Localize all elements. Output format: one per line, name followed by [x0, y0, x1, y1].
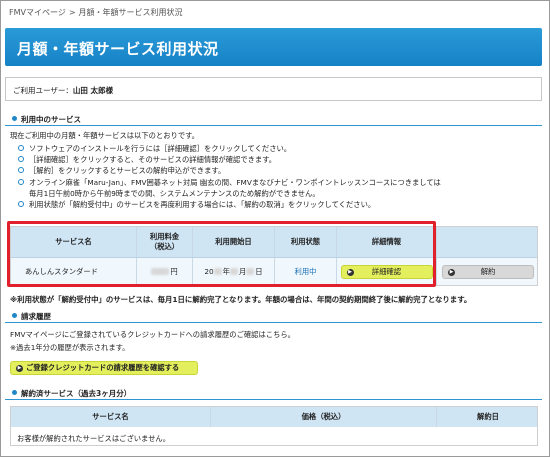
list-item-continuation: 毎月1日午前0時から午前9時までの間、システムメンテナンスのため解約ができません… [29, 188, 320, 198]
list-item: ［詳細確認］をクリックすると、そのサービスの詳細情報が確認できます。 [18, 154, 441, 165]
current-bullet-list: ソフトウェアのインストールを行うには［詳細確認］をクリックしてください。 ［詳細… [18, 143, 441, 210]
bullet-dot-icon [12, 390, 17, 395]
col-header-action [437, 227, 539, 257]
list-item: ソフトウェアのインストールを行うには［詳細確認］をクリックしてください。 [18, 143, 441, 154]
ring-bullet-icon [18, 201, 24, 208]
table-header-row: サービス名 価格（税込） 解約日 [11, 407, 537, 427]
divider [5, 322, 542, 323]
arrow-right-icon: ▶ [448, 268, 455, 276]
cell-action: ▶ 解約 [437, 258, 539, 285]
section-billing-title: 請求履歴 [21, 312, 51, 321]
bullet-dot-icon [12, 116, 17, 121]
breadcrumb-current: 月額・年額サービス利用状況 [78, 8, 183, 17]
billing-description: FMVマイページにご登録されているクレジットカードへの請求履歴のご確認はこちら。 [10, 330, 295, 339]
breadcrumb: FMVマイページ > 月額・年額サービス利用状況 [9, 7, 186, 18]
user-info-box: ご利用ユーザー：山田 太郎様 [5, 77, 542, 101]
cancelled-services-table: サービス名 価格（税込） 解約日 お客様が解約されたサービスはございません。 [10, 406, 538, 446]
col-header-price: 価格（税込） [211, 407, 437, 427]
billing-history-button[interactable]: ▶ ご登録クレジットカードの請求履歴を確認する [10, 361, 198, 375]
cancellation-note: ※利用状態が「解約受付中」のサービスは、毎月1日に解約完了となります。年額の場合… [10, 295, 472, 304]
breadcrumb-link-mypage[interactable]: FMVマイページ [9, 8, 66, 17]
col-header-cancel-date: 解約日 [477, 412, 499, 421]
current-intro: 現在ご利用中の月額・年額サービスは以下のとおりです。 [10, 131, 199, 140]
ring-bullet-icon [18, 178, 24, 185]
bullet-dot-icon [12, 313, 17, 318]
empty-message: お客様が解約されたサービスはございません。 [17, 434, 171, 443]
ring-bullet-icon [18, 167, 24, 174]
divider [5, 399, 542, 400]
list-item: 利用状態が「解約受付中」のサービスを再度利用する場合には、「解約の取消」をクリッ… [18, 199, 441, 210]
arrow-right-icon: ▶ [16, 365, 23, 372]
cancel-subscription-button[interactable]: ▶ 解約 [442, 264, 534, 279]
page-title-bar: 月額・年額サービス利用状況 [5, 28, 542, 66]
section-cancelled-heading: 解約済サービス（過去3ヶ月分） [12, 388, 131, 399]
col-header-service-name: サービス名 [11, 407, 211, 427]
section-current-title: 利用中のサービス [21, 115, 81, 124]
highlight-frame [7, 221, 436, 287]
user-name: 山田 太郎様 [72, 86, 113, 95]
ring-bullet-icon [18, 145, 24, 151]
divider [5, 125, 542, 126]
user-label: ご利用ユーザー： [13, 86, 73, 95]
breadcrumb-separator: > [68, 8, 76, 17]
ring-bullet-icon [18, 156, 24, 163]
billing-note: ※過去1年分の履歴が表示されます。 [10, 343, 130, 352]
section-cancelled-title: 解約済サービス（過去3ヶ月分） [21, 389, 132, 398]
section-billing-heading: 請求履歴 [12, 311, 51, 322]
list-item: オンライン麻雀「Maru-Jan」、FMV囲碁ネット対局 幽玄の間、FMVまなび… [18, 177, 441, 188]
page-title: 月額・年額サービス利用状況 [17, 40, 219, 58]
section-current-heading: 利用中のサービス [12, 114, 81, 125]
list-item: ［解約］をクリックするとサービスの解約申込ができます。 [18, 165, 441, 176]
